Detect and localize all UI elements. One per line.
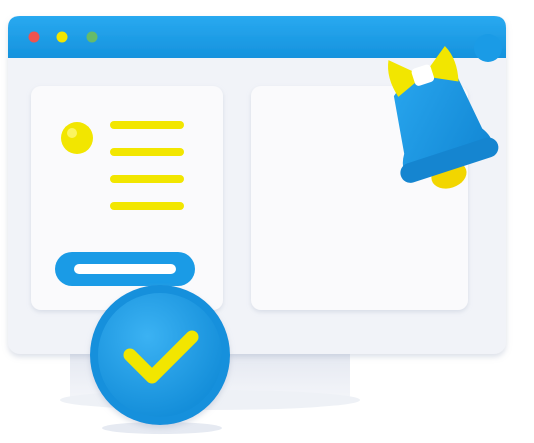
- checkmark-badge-icon: [90, 285, 230, 434]
- action-button[interactable]: [55, 252, 195, 286]
- maximize-dot-icon: [86, 31, 98, 43]
- text-line-2: [110, 148, 184, 156]
- avatar-icon: [61, 122, 93, 154]
- text-line-3: [110, 175, 184, 183]
- window-title-bar: [8, 16, 506, 58]
- illustration-stage: #1A9BE6: [0, 0, 534, 443]
- minimize-dot-icon: [56, 31, 68, 43]
- close-dot-icon: [28, 31, 40, 43]
- text-line-4: [110, 202, 184, 210]
- text-line-1: [110, 121, 184, 129]
- browser-notification-illustration: [8, 16, 506, 434]
